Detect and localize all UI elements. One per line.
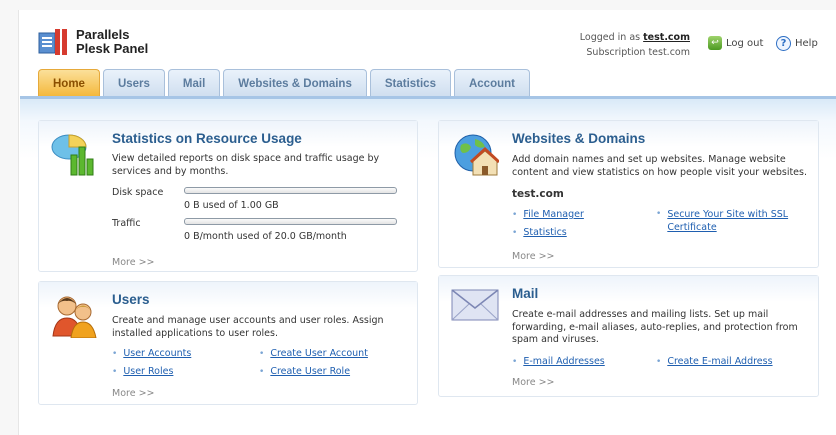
websites-statistics-link[interactable]: Statistics	[523, 227, 566, 238]
main-tabs: Home Users Mail Websites & Domains Stati…	[38, 69, 533, 97]
help-icon: ?	[776, 36, 791, 51]
traffic-usage: 0 B/month used of 20.0 GB/month	[184, 231, 347, 242]
disk-space-usage: 0 B used of 1.00 GB	[184, 200, 279, 211]
users-title[interactable]: Users	[112, 292, 150, 307]
create-email-address-link[interactable]: Create E-mail Address	[667, 356, 772, 367]
help-button[interactable]: ? Help	[776, 36, 818, 51]
parallels-logo[interactable]: Parallels Plesk Panel	[38, 28, 148, 56]
tab-account[interactable]: Account	[453, 69, 530, 97]
help-label: Help	[795, 38, 818, 49]
create-user-account-link[interactable]: Create User Account	[270, 348, 368, 359]
websites-globe-icon	[451, 131, 501, 180]
users-more-link[interactable]: More >>	[112, 388, 155, 399]
ssl-certificate-link[interactable]: Secure Your Site with SSL Certificate	[667, 209, 806, 234]
logout-icon: ↩	[708, 36, 722, 50]
logout-button[interactable]: ↩ Log out	[708, 36, 763, 50]
file-manager-item: File Manager	[512, 209, 584, 220]
tab-mail[interactable]: Mail	[167, 69, 221, 97]
users-icon	[51, 292, 99, 341]
mail-title[interactable]: Mail	[512, 286, 538, 301]
user-roles-link[interactable]: User Roles	[123, 366, 173, 377]
subscription-label: Subscription test.com	[586, 47, 690, 58]
ssl-certificate-item: Secure Your Site with SSL Certificate	[656, 209, 806, 234]
user-accounts-item: User Accounts	[112, 348, 191, 359]
statistics-more-link[interactable]: More >>	[112, 257, 155, 268]
users-panel: Users Create and manage user accounts an…	[38, 281, 418, 405]
logo-line2: Plesk Panel	[76, 41, 149, 56]
create-email-address-item: Create E-mail Address	[656, 356, 772, 367]
tab-statistics[interactable]: Statistics	[369, 69, 451, 97]
websites-more-link[interactable]: More >>	[512, 251, 555, 262]
tab-users[interactable]: Users	[102, 69, 165, 97]
traffic-label: Traffic	[112, 218, 141, 229]
websites-panel: Websites & Domains Add domain names and …	[438, 120, 819, 268]
tab-home[interactable]: Home	[38, 69, 100, 97]
statistics-title[interactable]: Statistics on Resource Usage	[112, 131, 302, 146]
logout-label: Log out	[726, 37, 764, 49]
mail-more-link[interactable]: More >>	[512, 377, 555, 388]
statistics-chart-icon	[49, 129, 99, 182]
websites-title[interactable]: Websites & Domains	[512, 131, 645, 146]
email-addresses-link[interactable]: E-mail Addresses	[523, 356, 604, 367]
email-addresses-item: E-mail Addresses	[512, 356, 604, 367]
mail-description: Create e-mail addresses and mailing list…	[512, 309, 798, 345]
file-manager-link[interactable]: File Manager	[523, 209, 584, 220]
user-info: Logged in as test.com Subscription test.…	[556, 30, 690, 60]
user-roles-item: User Roles	[112, 366, 173, 377]
create-user-role-link[interactable]: Create User Role	[270, 366, 350, 377]
create-user-account-item: Create User Account	[259, 348, 368, 359]
statistics-description: View detailed reports on disk space and …	[112, 153, 380, 177]
domain-name: test.com	[512, 188, 564, 200]
disk-space-bar	[184, 187, 397, 194]
mail-panel: Mail Create e-mail addresses and mailing…	[438, 275, 819, 397]
websites-description: Add domain names and set up websites. Ma…	[512, 154, 807, 178]
logo-line1: Parallels	[76, 27, 130, 42]
parallels-logo-icon	[38, 28, 68, 56]
create-user-role-item: Create User Role	[259, 366, 350, 377]
tab-websites-domains[interactable]: Websites & Domains	[223, 69, 367, 97]
statistics-panel: Statistics on Resource Usage View detail…	[38, 120, 418, 272]
traffic-bar	[184, 218, 397, 225]
users-description: Create and manage user accounts and user…	[112, 315, 384, 339]
user-accounts-link[interactable]: User Accounts	[123, 348, 191, 359]
disk-space-label: Disk space	[112, 187, 164, 198]
logged-in-label: Logged in as	[579, 32, 641, 43]
statistics-item: Statistics	[512, 227, 566, 238]
mail-envelope-icon	[451, 288, 499, 325]
user-link[interactable]: test.com	[643, 32, 690, 43]
